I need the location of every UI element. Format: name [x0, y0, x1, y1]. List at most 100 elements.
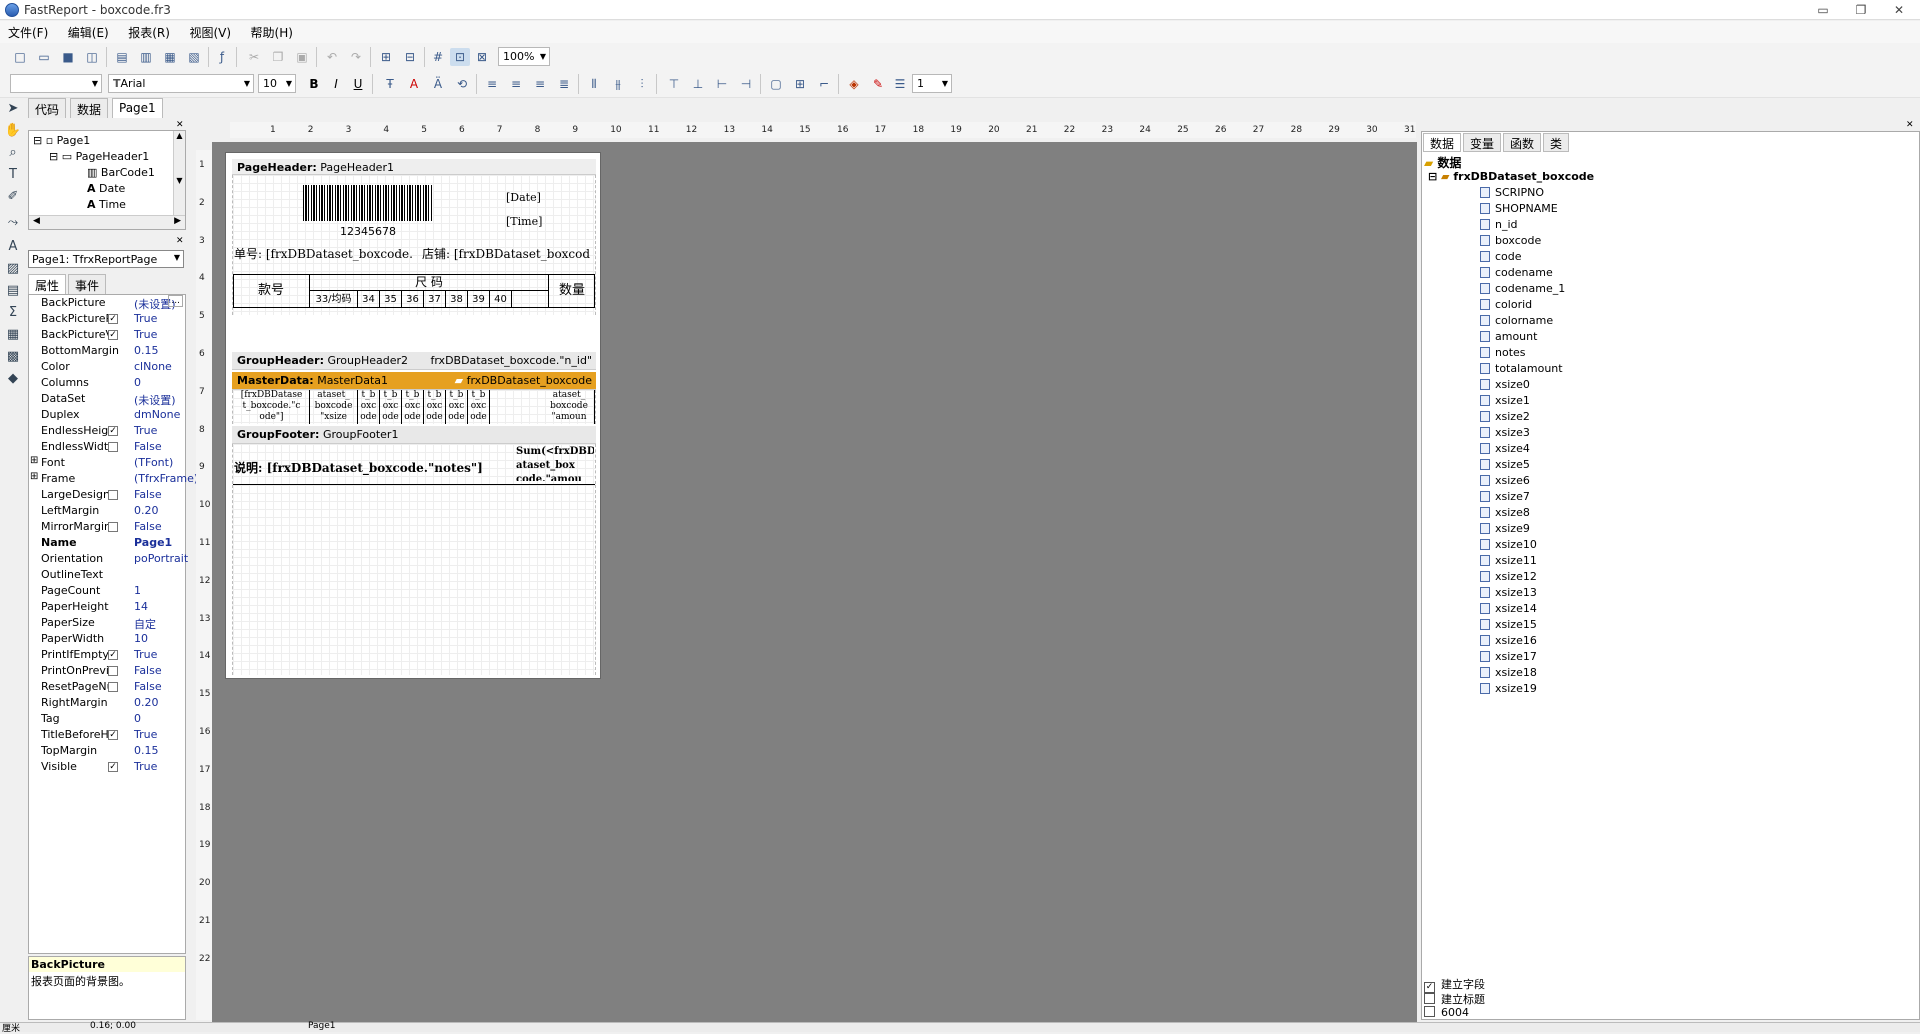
- data-root-node[interactable]: ▰ 数据: [1424, 154, 1461, 171]
- text-object-icon[interactable]: A: [4, 238, 22, 256]
- underline-button[interactable]: U: [348, 75, 368, 93]
- master-data-cell[interactable]: ataset_ boxcode "xsize: [310, 390, 358, 424]
- master-data-cell[interactable]: [frxDBDatase t_boxcode."c ode"]: [234, 390, 310, 424]
- field-item[interactable]: xsize1: [1480, 394, 1530, 407]
- qty-header[interactable]: 数量: [548, 274, 595, 308]
- zoom-combo[interactable]: 100% ▼: [498, 47, 550, 66]
- bold-button[interactable]: B: [304, 75, 324, 93]
- property-row[interactable]: RightMargin 0.20: [29, 695, 185, 711]
- menu-report[interactable]: 报表(R): [120, 21, 178, 44]
- tree-item-time[interactable]: A Time: [87, 198, 126, 211]
- save-icon[interactable]: ■: [58, 48, 78, 66]
- align-left-icon[interactable]: ≡: [482, 75, 502, 93]
- tree-item-barcode1[interactable]: ▥ BarCode1: [87, 166, 155, 179]
- field-item[interactable]: notes: [1480, 346, 1526, 359]
- tab-classes[interactable]: 类: [1543, 133, 1570, 152]
- date-field[interactable]: [Date]: [506, 191, 541, 204]
- menu-help[interactable]: 帮助(H): [243, 21, 301, 44]
- zoom-tool-icon[interactable]: ⌕: [4, 144, 22, 162]
- font-color-icon[interactable]: A: [404, 75, 424, 93]
- master-data-cell[interactable]: t_b oxc ode: [468, 390, 490, 424]
- master-data-cell[interactable]: t_b oxc ode: [402, 390, 424, 424]
- style-combo[interactable]: ▼: [10, 74, 102, 93]
- field-item[interactable]: colorid: [1480, 298, 1532, 311]
- property-row[interactable]: Tag 0: [29, 711, 185, 727]
- tree-item-pageheader1[interactable]: ⊟ ▭ PageHeader1: [49, 150, 149, 163]
- field-item[interactable]: xsize6: [1480, 474, 1530, 487]
- property-row[interactable]: BackPictureVi ✓ True: [29, 327, 185, 343]
- order-no-field[interactable]: 单号: [frxDBDataset_boxcode.: [234, 245, 420, 262]
- table-object-icon[interactable]: ▦: [4, 326, 22, 344]
- frame-left-icon[interactable]: ⊢: [712, 75, 732, 93]
- property-row[interactable]: Orientation poPortrait: [29, 551, 188, 567]
- tree-item-page1[interactable]: ⊟ ▫ Page1: [33, 134, 90, 147]
- page-settings-icon[interactable]: ▤: [112, 48, 132, 66]
- tree-item-date[interactable]: A Date: [87, 182, 125, 195]
- report-page[interactable]: PageHeader: PageHeader1 12345678 [Date] …: [225, 152, 601, 679]
- align-justify-icon[interactable]: ≣: [554, 75, 574, 93]
- property-row[interactable]: OutlineText: [29, 567, 185, 583]
- tab-variables[interactable]: 变量: [1463, 133, 1502, 152]
- field-item[interactable]: xsize5: [1480, 458, 1530, 471]
- option-item[interactable]: 6004: [1424, 1006, 1469, 1019]
- sum-object-icon[interactable]: Σ: [4, 304, 22, 322]
- property-row[interactable]: ResetPageNu False: [29, 679, 185, 695]
- italic-button[interactable]: I: [326, 75, 346, 93]
- field-item[interactable]: xsize19: [1480, 682, 1537, 695]
- field-item[interactable]: xsize2: [1480, 410, 1530, 423]
- tab-code[interactable]: 代码: [28, 98, 67, 118]
- fill-color-icon[interactable]: ◈: [844, 75, 864, 93]
- property-row[interactable]: LargeDesignH False: [29, 487, 185, 503]
- ellipsis-button[interactable]: ...: [168, 295, 183, 307]
- field-item[interactable]: xsize12: [1480, 570, 1537, 583]
- frame-color-icon[interactable]: ✎: [868, 75, 888, 93]
- tree-vscrollbar[interactable]: ▲ ▼: [173, 131, 185, 215]
- amount-sum-field[interactable]: Sum(<frxDBD ataset_box code."amou: [516, 445, 594, 481]
- subreport-object-icon[interactable]: ▤: [4, 282, 22, 300]
- size-header[interactable]: 尺 码: [310, 274, 548, 291]
- property-row[interactable]: BackPicture (未设置)...: [29, 295, 185, 311]
- tab-properties[interactable]: 属性: [28, 274, 67, 294]
- paste-icon[interactable]: ▣: [292, 48, 312, 66]
- expand-icon[interactable]: ⊞: [30, 455, 38, 466]
- master-data-cell[interactable]: t_b oxc ode: [380, 390, 402, 424]
- frame-none-icon[interactable]: ⊞: [790, 75, 810, 93]
- field-item[interactable]: xsize14: [1480, 602, 1537, 615]
- size-cell[interactable]: 35: [380, 291, 402, 308]
- tab-events[interactable]: 事件: [68, 274, 107, 294]
- tab-functions[interactable]: 函数: [1503, 133, 1542, 152]
- field-item[interactable]: xsize0: [1480, 378, 1530, 391]
- option-item[interactable]: 建立标题: [1424, 991, 1485, 1007]
- object-combo[interactable]: Page1: TfrxReportPage ▼: [28, 250, 184, 268]
- undo-icon[interactable]: ↶: [322, 48, 342, 66]
- field-item[interactable]: xsize16: [1480, 634, 1537, 647]
- property-row[interactable]: Visible ✓ True: [29, 759, 185, 775]
- field-item[interactable]: SHOPNAME: [1480, 202, 1558, 215]
- property-row[interactable]: PrintIfEmpty ✓ True: [29, 647, 185, 663]
- restore-button[interactable]: ❐: [1848, 2, 1874, 18]
- field-item[interactable]: xsize17: [1480, 650, 1537, 663]
- page-header-band[interactable]: PageHeader: PageHeader1: [232, 159, 596, 175]
- text-tool-icon[interactable]: T: [4, 166, 22, 184]
- field-item[interactable]: totalamount: [1480, 362, 1563, 375]
- notes-field[interactable]: 说明: [frxDBDataset_boxcode."notes"]: [234, 459, 483, 476]
- option-checkbox[interactable]: [1424, 993, 1435, 1004]
- format-painter-icon[interactable]: ✐: [4, 188, 22, 206]
- master-data-cell[interactable]: ataset_ boxcode "amoun: [544, 390, 595, 424]
- align-center-icon[interactable]: ≡: [506, 75, 526, 93]
- field-item[interactable]: amount: [1480, 330, 1537, 343]
- property-row[interactable]: TopMargin 0.15: [29, 743, 185, 759]
- show-grid-icon[interactable]: #: [428, 48, 448, 66]
- hand-tool-icon[interactable]: ✋: [4, 122, 22, 140]
- master-data-cell[interactable]: t_b oxc ode: [446, 390, 468, 424]
- field-item[interactable]: SCRIPNO: [1480, 186, 1544, 199]
- group-icon[interactable]: ⊞: [376, 48, 396, 66]
- field-item[interactable]: xsize9: [1480, 522, 1530, 535]
- field-item[interactable]: boxcode: [1480, 234, 1541, 247]
- tab-page1[interactable]: Page1: [112, 98, 163, 118]
- align-middle-icon[interactable]: ⫵: [608, 75, 628, 93]
- property-row[interactable]: PaperWidth 10: [29, 631, 185, 647]
- property-row[interactable]: DataSet (未设置): [29, 391, 185, 407]
- property-row[interactable]: PrintOnPrevic False: [29, 663, 185, 679]
- size-cell[interactable]: 37: [424, 291, 446, 308]
